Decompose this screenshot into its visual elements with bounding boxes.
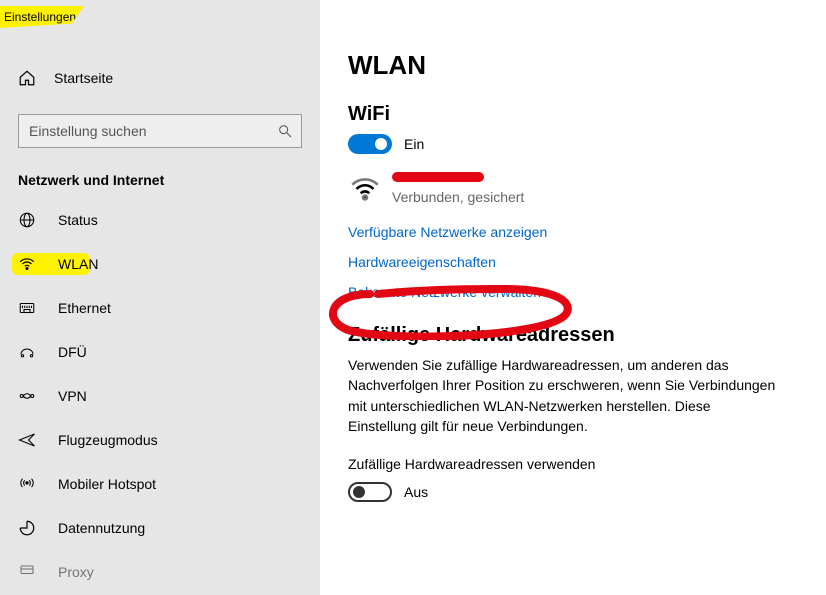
random-hw-toggle-label: Aus <box>404 484 428 500</box>
home-icon <box>18 69 36 87</box>
hardware-properties-link[interactable]: Hardwareeigenschaften <box>348 254 826 270</box>
ethernet-icon <box>18 299 36 317</box>
proxy-icon <box>18 563 36 581</box>
search-icon <box>277 123 293 139</box>
sidebar-item-label: Mobiler Hotspot <box>58 476 156 492</box>
hotspot-icon <box>18 475 36 493</box>
sidebar-item-label: VPN <box>58 388 87 404</box>
app-title: Einstellungen <box>4 10 76 24</box>
random-hw-description: Verwenden Sie zufällige Hardwareadressen… <box>348 355 778 436</box>
sidebar-item-vpn[interactable]: VPN <box>0 374 320 418</box>
wifi-heading: WiFi <box>348 103 826 126</box>
settings-main: WLAN WiFi Ein Verbunden, gesichert Verfü… <box>320 0 826 595</box>
sidebar-item-ethernet[interactable]: Ethernet <box>0 286 320 330</box>
wifi-toggle-label: Ein <box>404 136 424 152</box>
sidebar-item-label: Ethernet <box>58 300 111 316</box>
sidebar-item-label: WLAN <box>58 256 98 272</box>
search-input[interactable] <box>27 122 277 140</box>
section-label: Netzwerk und Internet <box>0 148 320 198</box>
sidebar-item-label: Status <box>58 212 98 228</box>
data-usage-icon <box>18 519 36 537</box>
sidebar-item-wlan[interactable]: WLAN <box>0 242 320 286</box>
annotation-circle <box>320 284 578 340</box>
show-available-networks-link[interactable]: Verfügbare Netzwerke anzeigen <box>348 224 826 240</box>
wifi-signal-icon <box>348 172 382 206</box>
sidebar-item-label: Datennutzung <box>58 520 145 536</box>
random-hw-subheading: Zufällige Hardwareadressen verwenden <box>348 456 826 472</box>
sidebar-item-status[interactable]: Status <box>0 198 320 242</box>
annotation-highlight-title: Einstellungen <box>0 6 84 28</box>
annotation-redacted-ssid <box>392 172 484 182</box>
dialup-icon <box>18 343 36 361</box>
sidebar-item-proxy[interactable]: Proxy <box>0 550 320 594</box>
sidebar-item-airplane[interactable]: Flugzeugmodus <box>0 418 320 462</box>
globe-icon <box>18 211 36 229</box>
sidebar-item-dialup[interactable]: DFÜ <box>0 330 320 374</box>
wifi-icon <box>18 255 36 273</box>
home-label: Startseite <box>54 70 113 86</box>
home-button[interactable]: Startseite <box>0 58 320 98</box>
search-box[interactable] <box>18 114 302 148</box>
sidebar-item-hotspot[interactable]: Mobiler Hotspot <box>0 462 320 506</box>
settings-sidebar: Einstellungen Startseite Netzwerk und In… <box>0 0 320 595</box>
vpn-icon <box>18 387 36 405</box>
airplane-icon <box>18 431 36 449</box>
sidebar-item-data-usage[interactable]: Datennutzung <box>0 506 320 550</box>
sidebar-item-label: Proxy <box>58 564 94 580</box>
sidebar-item-label: Flugzeugmodus <box>58 432 158 448</box>
sidebar-item-label: DFÜ <box>58 344 87 360</box>
page-title: WLAN <box>348 50 826 81</box>
wifi-connection-status: Verbunden, gesichert <box>392 189 524 205</box>
wifi-toggle[interactable] <box>348 134 392 154</box>
random-hw-toggle[interactable] <box>348 482 392 502</box>
